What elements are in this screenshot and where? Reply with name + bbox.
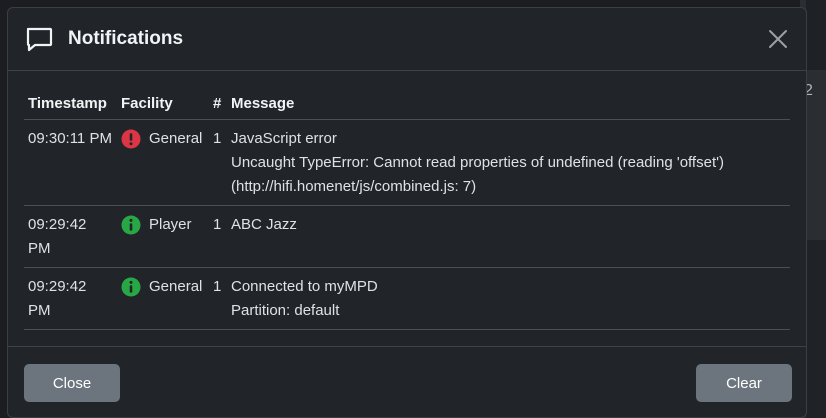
row-message: Connected to myMPD: [231, 277, 378, 295]
table-row: 09:29:42 PM General 1 Connected to myMPD…: [24, 267, 790, 330]
notifications-modal: Notifications Timestamp Facility # Messa…: [7, 7, 807, 418]
row-facility-cell: Player: [117, 205, 209, 268]
modal-footer: Close Clear: [8, 346, 806, 417]
row-facility: Player: [149, 215, 192, 233]
clear-button[interactable]: Clear: [696, 364, 792, 402]
info-icon: [121, 215, 141, 235]
row-count: 1: [209, 205, 227, 268]
close-x-icon[interactable]: [764, 25, 792, 53]
row-details: Uncaught TypeError: Cannot read properti…: [231, 153, 724, 195]
chat-square-icon: [25, 25, 53, 53]
row-details: Partition: default: [231, 301, 340, 319]
header-count: #: [209, 94, 227, 120]
backdrop-panel: [806, 240, 826, 418]
notifications-table: Timestamp Facility # Message 09:30:11 PM: [24, 94, 790, 330]
header-facility: Facility: [117, 94, 209, 120]
error-icon: [121, 129, 141, 149]
modal-body: Timestamp Facility # Message 09:30:11 PM: [8, 71, 806, 347]
header-message: Message: [227, 94, 790, 120]
row-timestamp: 09:30:11 PM: [24, 119, 117, 206]
row-timestamp: 09:29:42 PM: [24, 205, 117, 268]
row-facility-cell: General: [117, 119, 209, 206]
row-count: 1: [209, 267, 227, 330]
row-message-cell: ABC Jazz: [227, 205, 790, 268]
row-message: JavaScript error: [231, 129, 337, 147]
row-count: 1: [209, 119, 227, 206]
info-icon: [121, 277, 141, 297]
close-button[interactable]: Close: [24, 364, 120, 402]
row-facility: General: [149, 129, 203, 147]
row-message-cell: JavaScript error Uncaught TypeError: Can…: [227, 119, 790, 206]
row-timestamp: 09:29:42 PM: [24, 267, 117, 330]
row-message: ABC Jazz: [231, 215, 297, 233]
row-message-cell: Connected to myMPD Partition: default: [227, 267, 790, 330]
header-timestamp: Timestamp: [24, 94, 117, 120]
table-header-row: Timestamp Facility # Message: [24, 94, 790, 120]
table-row: 09:30:11 PM General 1 JavaScript error U…: [24, 119, 790, 206]
row-facility-cell: General: [117, 267, 209, 330]
backdrop-panel: [806, 0, 826, 70]
modal-header: Notifications: [8, 8, 806, 71]
modal-title: Notifications: [68, 28, 184, 49]
row-facility: General: [149, 277, 203, 295]
table-row: 09:29:42 PM Player 1 ABC Jazz: [24, 205, 790, 268]
